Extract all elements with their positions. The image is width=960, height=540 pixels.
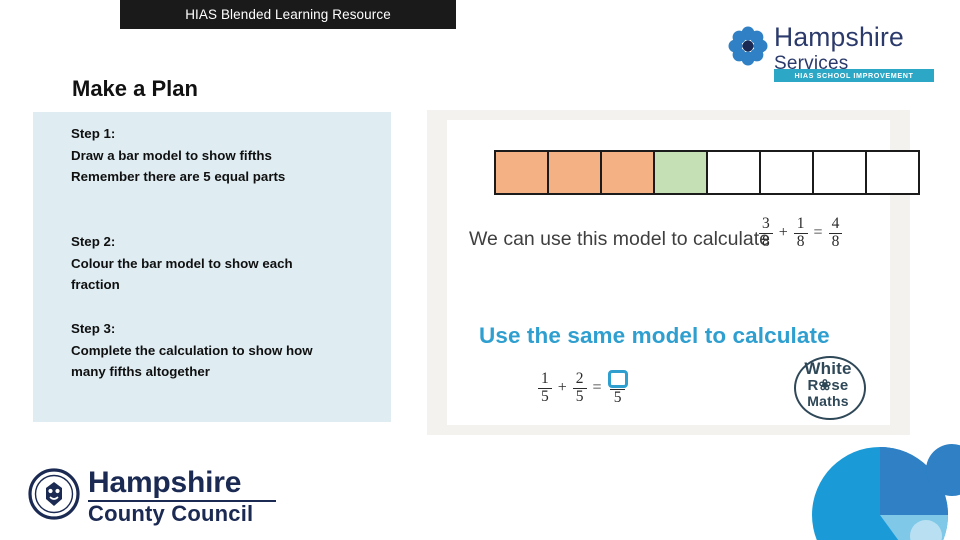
fraction-numerator: 4 [831, 215, 840, 232]
page-title: Make a Plan [72, 76, 198, 101]
flower-icon [728, 26, 768, 66]
corner-graphic [730, 410, 960, 540]
bar-cell [759, 150, 814, 195]
white-rose-wordmark: White R❀se Maths [782, 360, 874, 408]
answer-box-icon[interactable] [607, 370, 628, 388]
step-3-line-1: Complete the calculation to show how [71, 342, 313, 358]
equals-operator: = [592, 379, 602, 397]
wrm-line-3: Maths [807, 392, 849, 409]
step-2: Step 2: Colour the bar model to show eac… [71, 231, 293, 296]
step-3-line-2: many fifths altogether [71, 364, 210, 380]
step-1-line-1: Draw a bar model to show fifths [71, 147, 272, 163]
bar-cell [653, 150, 708, 195]
fraction-result: 4 8 [828, 215, 843, 251]
step-1-heading: Step 1: [71, 126, 116, 141]
plus-operator: + [778, 224, 788, 242]
bar-cell [812, 150, 867, 195]
fraction-term-2: 2 5 [572, 370, 587, 406]
model-card: We can use this model to calculate 3 8 +… [427, 110, 920, 435]
step-1: Step 1: Draw a bar model to show fifths … [71, 123, 285, 188]
fraction-answer-blank[interactable]: 5 [607, 370, 628, 407]
hampshire-services-logo: Hampshire Services HIAS SCHOOL IMPROVEME… [728, 22, 938, 84]
hcc-line-1: Hampshire [88, 466, 242, 499]
hampshire-county-council-logo: Hampshire County Council [28, 466, 278, 526]
fraction-denominator: 5 [609, 389, 626, 407]
hias-school-improvement-strip: HIAS SCHOOL IMPROVEMENT [774, 69, 934, 82]
fraction-denominator: 5 [538, 387, 552, 406]
fraction-numerator: 1 [541, 370, 549, 388]
step-3: Step 3: Complete the calculation to show… [71, 318, 313, 383]
wrm-line-2: R❀se [807, 376, 849, 394]
calculation-2: 1 5 + 2 5 = 5 [535, 370, 631, 407]
bar-cell [547, 150, 602, 195]
wrm-line-1: White [804, 359, 852, 378]
fraction-term-1: 1 5 [538, 370, 552, 406]
white-rose-maths-logo: White R❀se Maths [782, 356, 874, 420]
step-2-line-1: Colour the bar model to show each [71, 255, 293, 271]
crest-icon [28, 468, 80, 520]
corner-graphic-svg [812, 444, 960, 540]
fraction-denominator: 8 [828, 232, 843, 251]
fraction-numerator: 1 [796, 215, 805, 232]
step-3-heading: Step 3: [71, 321, 116, 336]
step-1-line-2: Remember there are 5 equal parts [71, 169, 286, 185]
fraction-term-1: 3 8 [759, 215, 773, 251]
calculation-1: 3 8 + 1 8 = 4 8 [756, 215, 845, 251]
model-sentence: We can use this model to calculate [469, 228, 770, 250]
plus-operator: + [557, 379, 567, 397]
fraction-denominator: 8 [759, 232, 773, 251]
hs-line-1: Hampshire [774, 22, 904, 52]
hcc-line-2: County Council [88, 500, 254, 526]
steps-panel: Step 1: Draw a bar model to show fifths … [33, 112, 391, 422]
banner-label: HIAS Blended Learning Resource [185, 7, 391, 22]
step-2-heading: Step 2: [71, 234, 116, 249]
use-same-model-heading: Use the same model to calculate [479, 323, 830, 348]
resource-banner: HIAS Blended Learning Resource [120, 0, 456, 29]
fraction-numerator: 3 [762, 215, 770, 232]
equals-operator: = [813, 224, 823, 242]
hcc-wordmark: Hampshire County Council [88, 466, 276, 526]
bar-cell [600, 150, 655, 195]
fraction-denominator: 5 [572, 387, 587, 406]
fraction-numerator: 2 [575, 370, 584, 388]
fraction-denominator: 8 [793, 232, 808, 251]
bar-model [494, 150, 920, 195]
calculation-1-row: We can use this model to calculate 3 8 +… [469, 215, 889, 266]
bar-cell [494, 150, 549, 195]
bar-cell [706, 150, 761, 195]
fraction-term-2: 1 8 [793, 215, 808, 251]
model-card-inner: We can use this model to calculate 3 8 +… [447, 120, 920, 425]
bar-cell [865, 150, 920, 195]
hampshire-services-wordmark: Hampshire Services [774, 24, 904, 74]
step-2-line-2: fraction [71, 277, 120, 293]
